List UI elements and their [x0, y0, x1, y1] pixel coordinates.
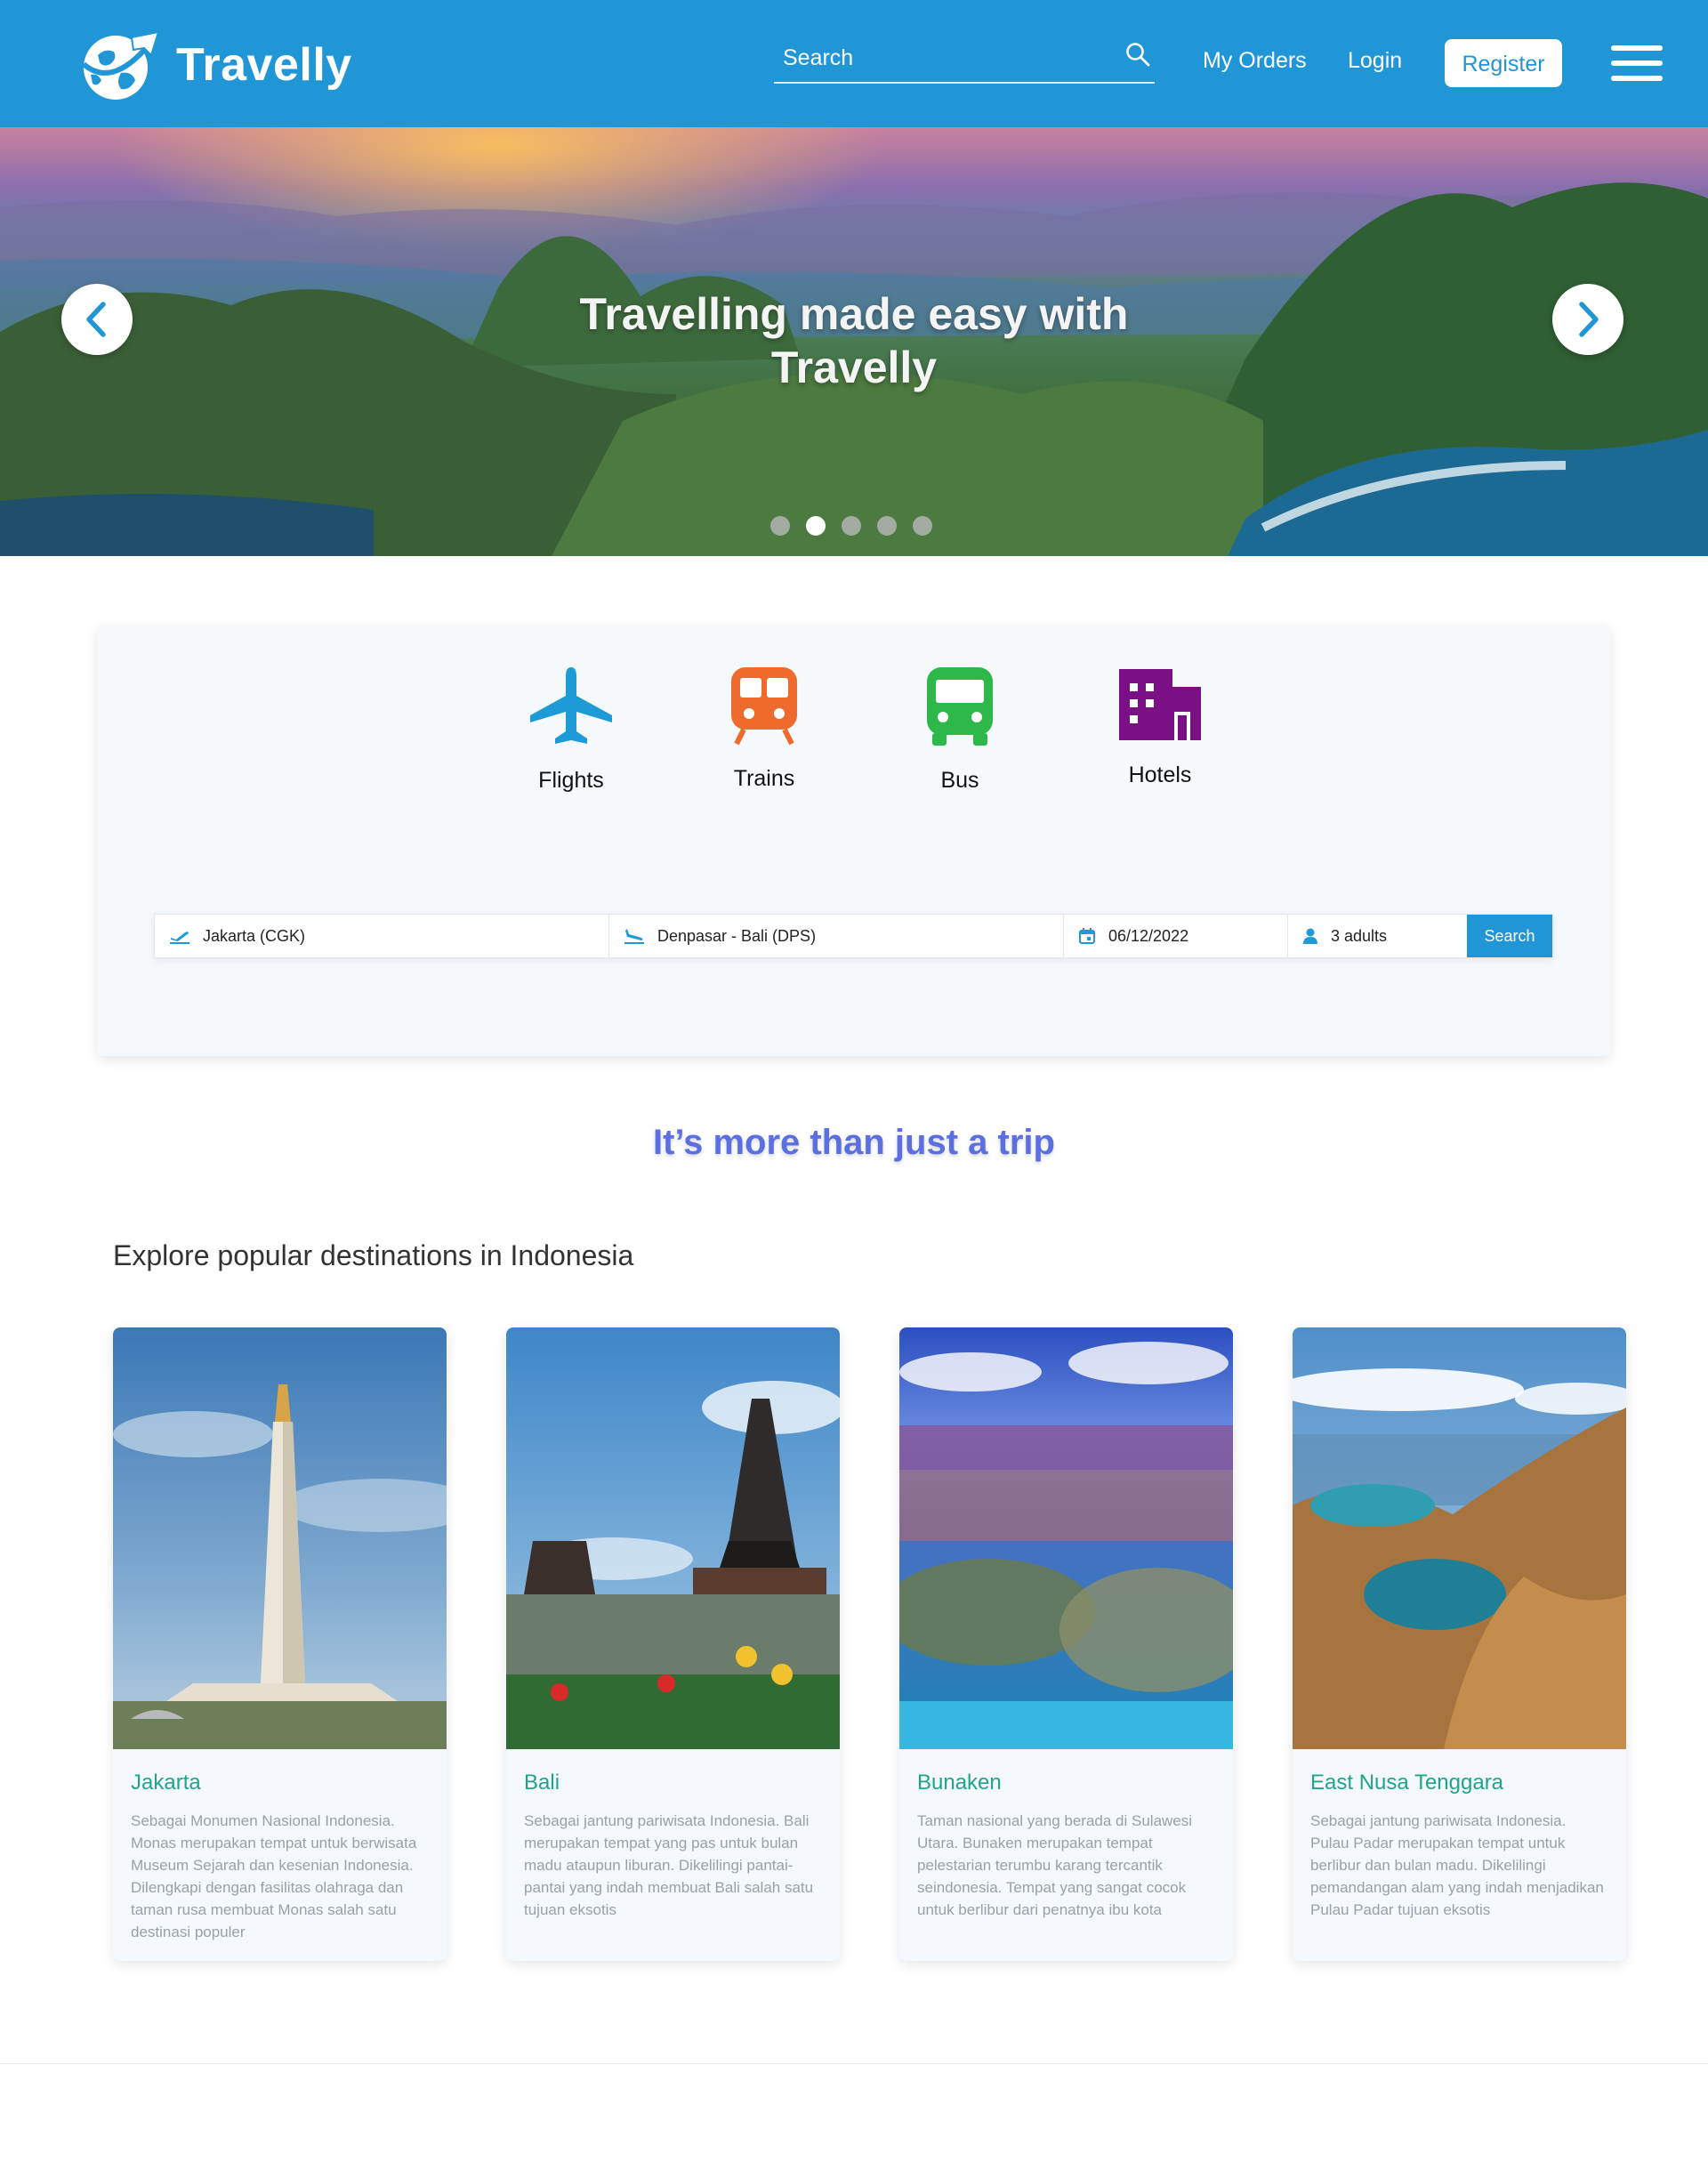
hero-title: Travelling made easy with Travelly — [579, 289, 1129, 392]
search-button[interactable]: Search — [1467, 915, 1552, 957]
passengers-field[interactable]: 3 adults — [1288, 915, 1467, 957]
carousel-next-button[interactable] — [1552, 284, 1623, 355]
bali-temple-image — [506, 1327, 840, 1749]
mode-flights[interactable]: Flights — [513, 666, 629, 794]
carousel-indicators — [770, 516, 932, 536]
card-description: Taman nasional yang berada di Sulawesi U… — [917, 1812, 1193, 1918]
passengers-value: 3 adults — [1331, 926, 1388, 945]
mode-bus-label: Bus — [940, 768, 979, 793]
card-title: Jakarta — [131, 1771, 201, 1795]
train-icon — [731, 667, 797, 746]
origin-field[interactable]: Jakarta (CGK) — [155, 915, 609, 957]
bus-icon — [927, 667, 993, 746]
destination-value: Denpasar - Bali (DPS) — [657, 926, 817, 945]
person-icon — [1303, 928, 1317, 944]
top-navbar: Travelly My Orders Login Register — [0, 0, 1708, 127]
calendar-icon — [1079, 928, 1095, 944]
mode-flights-label: Flights — [538, 768, 604, 793]
brand-logo[interactable]: Travelly — [78, 28, 352, 101]
date-value: 06/12/2022 — [1108, 926, 1189, 945]
register-button[interactable]: Register — [1445, 39, 1562, 87]
chevron-left-icon — [86, 302, 106, 337]
footer-divider — [0, 2063, 1708, 2064]
card-description: Sebagai Monumen Nasional Indonesia. Mona… — [131, 1812, 417, 1940]
monas-monument-image — [113, 1327, 447, 1749]
hotel-building-icon — [1119, 669, 1201, 740]
destination-card[interactable]: Bunaken Taman nasional yang berada di Su… — [899, 1327, 1233, 1961]
carousel-dot-active[interactable] — [806, 516, 826, 536]
padar-island-image — [1293, 1327, 1626, 1749]
carousel-dot[interactable] — [770, 516, 790, 536]
mode-trains[interactable]: Trains — [711, 666, 818, 792]
header-search — [774, 39, 1155, 84]
card-title: Bunaken — [917, 1771, 1002, 1795]
brand-name: Travelly — [176, 39, 352, 91]
destination-field[interactable]: Denpasar - Bali (DPS) — [609, 915, 1064, 957]
card-description: Sebagai jantung pariwisata Indonesia. Ba… — [524, 1812, 814, 1918]
nav-login[interactable]: Login — [1348, 48, 1402, 74]
card-description: Sebagai jantung pariwisata Indonesia. Pu… — [1310, 1812, 1604, 1918]
carousel-dot[interactable] — [842, 516, 861, 536]
globe-plane-icon — [82, 30, 160, 100]
hero-carousel: Travelling made easy with Travelly — [0, 127, 1708, 556]
airplane-icon — [530, 667, 612, 744]
carousel-dot[interactable] — [913, 516, 932, 536]
flight-search-bar: Jakarta (CGK) Denpasar - Bali (DPS) 06/1… — [154, 914, 1553, 958]
date-field[interactable]: 06/12/2022 — [1064, 915, 1288, 957]
hamburger-menu-icon[interactable] — [1611, 45, 1663, 81]
search-input[interactable] — [781, 39, 1119, 77]
mode-bus[interactable]: Bus — [906, 666, 1013, 794]
tagline: It’s more than just a trip — [653, 1123, 1055, 1162]
mode-trains-label: Trains — [733, 766, 795, 791]
mode-hotels-label: Hotels — [1128, 762, 1192, 787]
takeoff-icon — [170, 932, 189, 944]
bunaken-reef-image — [899, 1327, 1233, 1749]
destination-card[interactable]: East Nusa Tenggara Sebagai jantung pariw… — [1293, 1327, 1626, 1961]
section-title: Explore popular destinations in Indonesi… — [113, 1239, 634, 1271]
landing-icon — [624, 929, 644, 944]
destination-card[interactable]: Jakarta Sebagai Monumen Nasional Indones… — [113, 1327, 447, 1961]
nav-my-orders[interactable]: My Orders — [1203, 48, 1307, 74]
carousel-dot[interactable] — [877, 516, 897, 536]
destination-card[interactable]: Bali Sebagai jantung pariwisata Indonesi… — [506, 1327, 840, 1961]
origin-value: Jakarta (CGK) — [203, 926, 306, 945]
search-icon[interactable] — [1124, 41, 1151, 68]
card-title: Bali — [524, 1771, 560, 1795]
card-title: East Nusa Tenggara — [1310, 1771, 1504, 1795]
mode-hotels[interactable]: Hotels — [1102, 666, 1218, 788]
carousel-prev-button[interactable] — [61, 284, 133, 355]
booking-panel: Flights Trains Bus Hotels Jakarta (CGK) … — [97, 625, 1610, 1056]
chevron-right-icon — [1579, 302, 1599, 337]
